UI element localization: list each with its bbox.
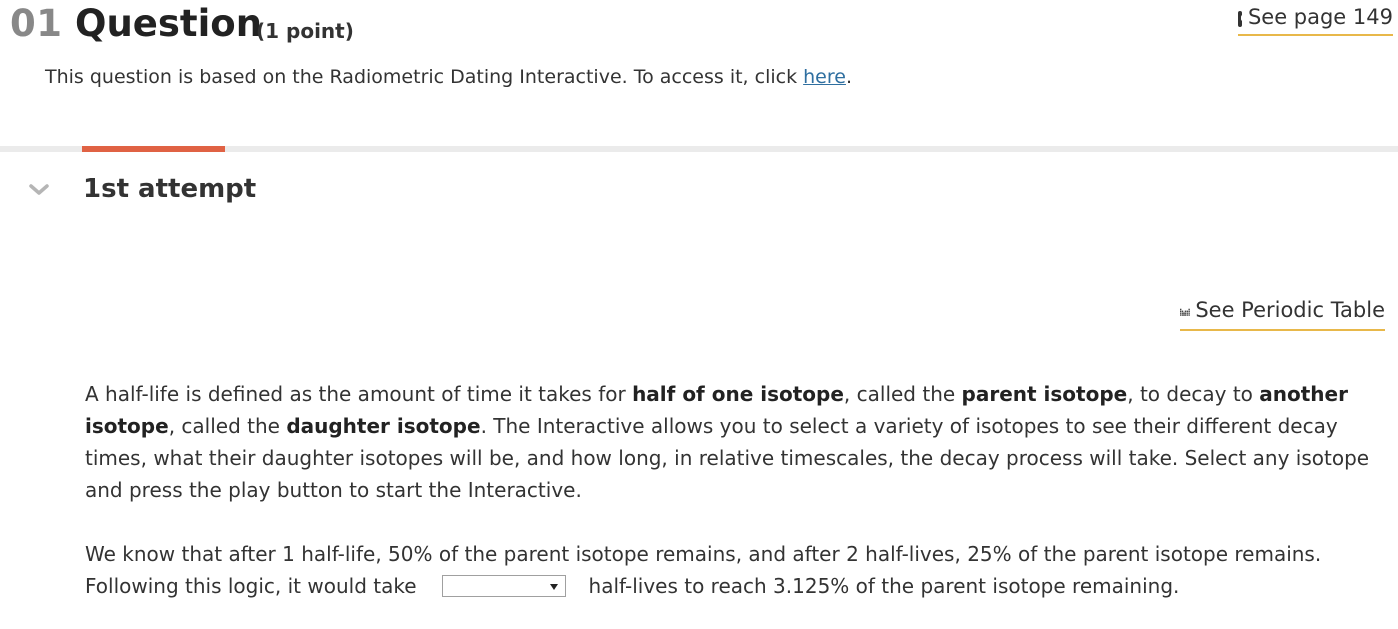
intro-period: . xyxy=(845,66,852,88)
bold-term: parent isotope xyxy=(961,382,1128,406)
bold-term: daughter isotope xyxy=(286,414,481,438)
periodic-table-label: See Periodic Table xyxy=(1195,298,1385,322)
prompt-text-after: half-lives to reach 3.125% of the parent… xyxy=(588,574,1180,598)
question-points: (1 point) xyxy=(256,19,354,43)
bold-term: half of one isotope xyxy=(632,382,844,406)
paragraph-text: , called the xyxy=(168,414,287,438)
interactive-link[interactable]: here xyxy=(803,66,846,88)
paragraph-text: , to decay to xyxy=(1127,382,1260,406)
question-number: 01 xyxy=(10,2,63,45)
attempt-heading[interactable]: 1st attempt xyxy=(83,174,256,204)
half-lives-dropdown[interactable] xyxy=(441,574,566,597)
question-title: Question xyxy=(75,2,263,45)
periodic-table-link[interactable]: See Periodic Table xyxy=(1180,298,1385,331)
paragraph-text: A half-life is defined as the amount of … xyxy=(85,382,633,406)
question-intro: This question is based on the Radiometri… xyxy=(45,66,852,88)
chevron-down-icon[interactable] xyxy=(28,182,50,198)
periodic-table-icon xyxy=(1180,308,1190,316)
attempt-tab-indicator xyxy=(82,146,225,152)
paragraph-text: , called the xyxy=(843,382,962,406)
see-page-link[interactable]: See page 149 xyxy=(1238,5,1393,36)
intro-text: This question is based on the Radiometri… xyxy=(45,66,804,88)
see-page-label: See page 149 xyxy=(1247,5,1393,29)
book-icon xyxy=(1238,11,1248,27)
question-paragraph-definition: A half-life is defined as the amount of … xyxy=(85,378,1385,506)
question-paragraph-prompt: We know that after 1 half-life, 50% of t… xyxy=(85,538,1385,602)
